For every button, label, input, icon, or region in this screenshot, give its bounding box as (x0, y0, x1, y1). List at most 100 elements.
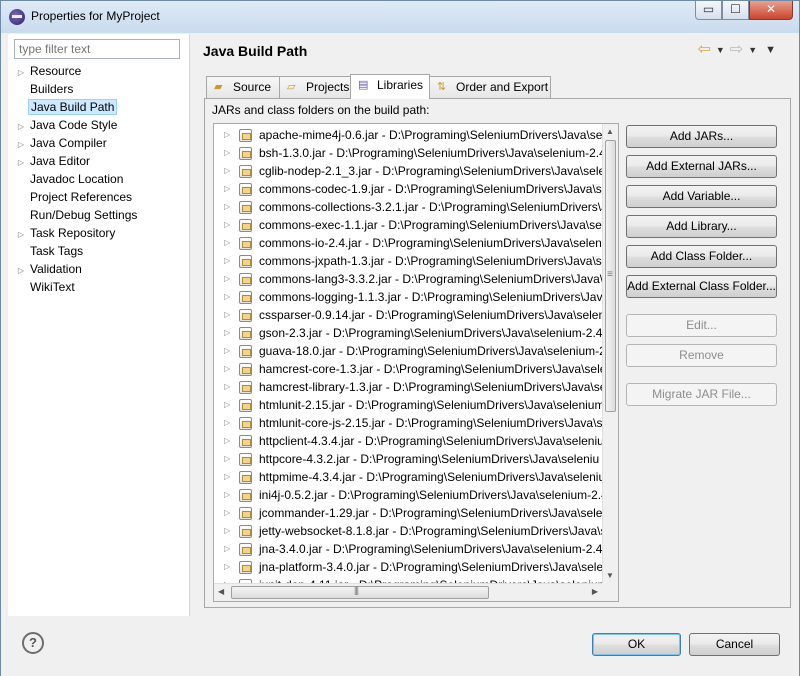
expand-arrow-icon[interactable]: ▷ (224, 306, 230, 324)
scroll-right-icon[interactable]: ▶ (592, 587, 598, 596)
expand-arrow-icon[interactable]: ▷ (224, 450, 230, 468)
back-dropdown-icon[interactable]: ▼ (713, 45, 728, 55)
library-row[interactable]: ▷ ini4j-0.5.2.jar - D:\Programing\Seleniu… (214, 486, 602, 504)
expand-arrow-icon[interactable]: ▷ (14, 64, 28, 81)
sidebar-item[interactable]: Run/Debug Settings (14, 207, 139, 225)
library-row[interactable]: ▷ httpmime-4.3.4.jar - D:\Programing\Sele… (214, 468, 602, 486)
filter-input[interactable] (14, 39, 180, 59)
sidebar-item[interactable]: ▷ Resource (14, 63, 83, 81)
library-row[interactable]: ▷ commons-logging-1.1.3.jar - D:\Programi… (214, 288, 602, 306)
cancel-button[interactable]: Cancel (689, 633, 780, 656)
expand-arrow-icon[interactable]: ▷ (224, 414, 230, 432)
forward-arrow-icon[interactable]: ⇨ (730, 41, 743, 59)
edit-button[interactable]: Edit... (626, 314, 777, 337)
library-row[interactable]: ▷ hamcrest-core-1.3.jar - D:\Programing\S… (214, 360, 602, 378)
add-variable-button[interactable]: Add Variable... (626, 185, 777, 208)
expand-arrow-icon[interactable]: ▷ (224, 378, 230, 396)
library-row[interactable]: ▷ cssparser-0.9.14.jar - D:\Programing\Se… (214, 306, 602, 324)
add-external-jars-button[interactable]: Add External JARs... (626, 155, 777, 178)
library-row[interactable]: ▷ htmlunit-core-js-2.15.jar - D:\Programi… (214, 414, 602, 432)
maximize-button[interactable]: ☐ (722, 1, 749, 20)
view-menu-icon[interactable]: ▼ (762, 44, 779, 56)
library-row[interactable]: ▷ hamcrest-library-1.3.jar - D:\Programin… (214, 378, 602, 396)
expand-arrow-icon[interactable]: ▷ (224, 432, 230, 450)
expand-arrow-icon[interactable]: ▷ (224, 540, 230, 558)
library-row[interactable]: ▷ apache-mime4j-0.6.jar - D:\Programing\S… (214, 126, 602, 144)
migrate-jar-button[interactable]: Migrate JAR File... (626, 383, 777, 406)
library-row[interactable]: ▷ jna-platform-3.4.0.jar - D:\Programing\… (214, 558, 602, 576)
add-library-button[interactable]: Add Library... (626, 215, 777, 238)
sidebar-item[interactable]: WikiText (14, 279, 77, 297)
expand-arrow-icon[interactable]: ▷ (224, 198, 230, 216)
expand-arrow-icon[interactable]: ▷ (224, 504, 230, 522)
sidebar-item[interactable]: ▷ Validation (14, 261, 84, 279)
expand-arrow-icon[interactable]: ▷ (224, 342, 230, 360)
sidebar-item[interactable]: Project References (14, 189, 134, 207)
expand-arrow-icon[interactable]: ▷ (224, 126, 230, 144)
expand-arrow-icon[interactable]: ▷ (224, 180, 230, 198)
tab-libraries[interactable]: ▤ Libraries (350, 74, 430, 99)
sidebar-item[interactable]: Javadoc Location (14, 171, 125, 189)
horizontal-scrollbar[interactable]: ◀ ▶ (214, 583, 602, 601)
minimize-button[interactable]: ▭ (695, 1, 722, 20)
add-jars-button[interactable]: Add JARs... (626, 125, 777, 148)
library-row[interactable]: ▷ commons-exec-1.1.jar - D:\Programing\Se… (214, 216, 602, 234)
sidebar-item[interactable]: ▷ Java Editor (14, 153, 92, 171)
tab-source[interactable]: ▰ Source (206, 76, 280, 98)
tab-projects[interactable]: ▱ Projects (279, 76, 351, 98)
sidebar-item[interactable]: Java Build Path (14, 99, 118, 117)
remove-button[interactable]: Remove (626, 344, 777, 367)
expand-arrow-icon[interactable]: ▷ (224, 486, 230, 504)
scroll-left-icon[interactable]: ◀ (218, 587, 224, 596)
expand-arrow-icon[interactable]: ▷ (14, 262, 28, 279)
add-class-folder-button[interactable]: Add Class Folder... (626, 245, 777, 268)
libraries-list[interactable]: ▷ apache-mime4j-0.6.jar - D:\Programing\S… (213, 123, 619, 602)
library-row[interactable]: ▷ jetty-websocket-8.1.8.jar - D:\Programi… (214, 522, 602, 540)
forward-dropdown-icon[interactable]: ▼ (745, 45, 760, 55)
library-row[interactable]: ▷ htmlunit-2.15.jar - D:\Programing\Selen… (214, 396, 602, 414)
library-row[interactable]: ▷ commons-lang3-3.3.2.jar - D:\Programing… (214, 270, 602, 288)
sidebar-item[interactable]: ▷ Java Code Style (14, 117, 119, 135)
expand-arrow-icon[interactable]: ▷ (224, 162, 230, 180)
expand-arrow-icon[interactable]: ▷ (14, 136, 28, 153)
library-row[interactable]: ▷ jcommander-1.29.jar - D:\Programing\Sel… (214, 504, 602, 522)
expand-arrow-icon[interactable]: ▷ (224, 522, 230, 540)
library-row[interactable]: ▷ httpclient-4.3.4.jar - D:\Programing\Se… (214, 432, 602, 450)
vertical-scroll-thumb[interactable] (605, 140, 616, 412)
expand-arrow-icon[interactable]: ▷ (224, 234, 230, 252)
library-row[interactable]: ▷ jna-3.4.0.jar - D:\Programing\SeleniumD… (214, 540, 602, 558)
tab-order-and-export[interactable]: ⇅ Order and Export (429, 76, 551, 98)
expand-arrow-icon[interactable]: ▷ (224, 360, 230, 378)
expand-arrow-icon[interactable]: ▷ (224, 216, 230, 234)
sidebar-item[interactable]: ▷ Task Repository (14, 225, 117, 243)
expand-arrow-icon[interactable]: ▷ (224, 396, 230, 414)
vertical-scrollbar[interactable]: ▲ ▼ (602, 124, 618, 583)
sidebar-item[interactable]: ▷ Java Compiler (14, 135, 109, 153)
expand-arrow-icon[interactable]: ▷ (224, 324, 230, 342)
library-row[interactable]: ▷ gson-2.3.jar - D:\Programing\SeleniumDr… (214, 324, 602, 342)
expand-arrow-icon[interactable]: ▷ (224, 270, 230, 288)
sidebar-item[interactable]: Task Tags (14, 243, 85, 261)
scroll-up-icon[interactable]: ▲ (606, 127, 614, 136)
add-external-class-folder-button[interactable]: Add External Class Folder... (626, 275, 777, 298)
expand-arrow-icon[interactable]: ▷ (14, 118, 28, 135)
expand-arrow-icon[interactable]: ▷ (224, 144, 230, 162)
library-row[interactable]: ▷ cglib-nodep-2.1_3.jar - D:\Programing\S… (214, 162, 602, 180)
expand-arrow-icon[interactable]: ▷ (224, 252, 230, 270)
back-arrow-icon[interactable]: ⇦ (697, 41, 710, 59)
scroll-down-icon[interactable]: ▼ (606, 571, 614, 580)
library-row[interactable]: ▷ commons-collections-3.2.1.jar - D:\Prog… (214, 198, 602, 216)
expand-arrow-icon[interactable]: ▷ (14, 226, 28, 243)
horizontal-scroll-thumb[interactable] (231, 585, 489, 599)
library-row[interactable]: ▷ guava-18.0.jar - D:\Programing\Selenium… (214, 342, 602, 360)
expand-arrow-icon[interactable]: ▷ (224, 468, 230, 486)
sidebar-item[interactable]: Builders (14, 81, 75, 99)
library-row[interactable]: ▷ commons-io-2.4.jar - D:\Programing\Sele… (214, 234, 602, 252)
close-button[interactable]: ✕ (749, 1, 793, 20)
expand-arrow-icon[interactable]: ▷ (224, 558, 230, 576)
library-row[interactable]: ▷ commons-codec-1.9.jar - D:\Programing\S… (214, 180, 602, 198)
expand-arrow-icon[interactable]: ▷ (224, 288, 230, 306)
ok-button[interactable]: OK (592, 633, 681, 656)
library-row[interactable]: ▷ bsh-1.3.0.jar - D:\Programing\SeleniumD… (214, 144, 602, 162)
expand-arrow-icon[interactable]: ▷ (14, 154, 28, 171)
